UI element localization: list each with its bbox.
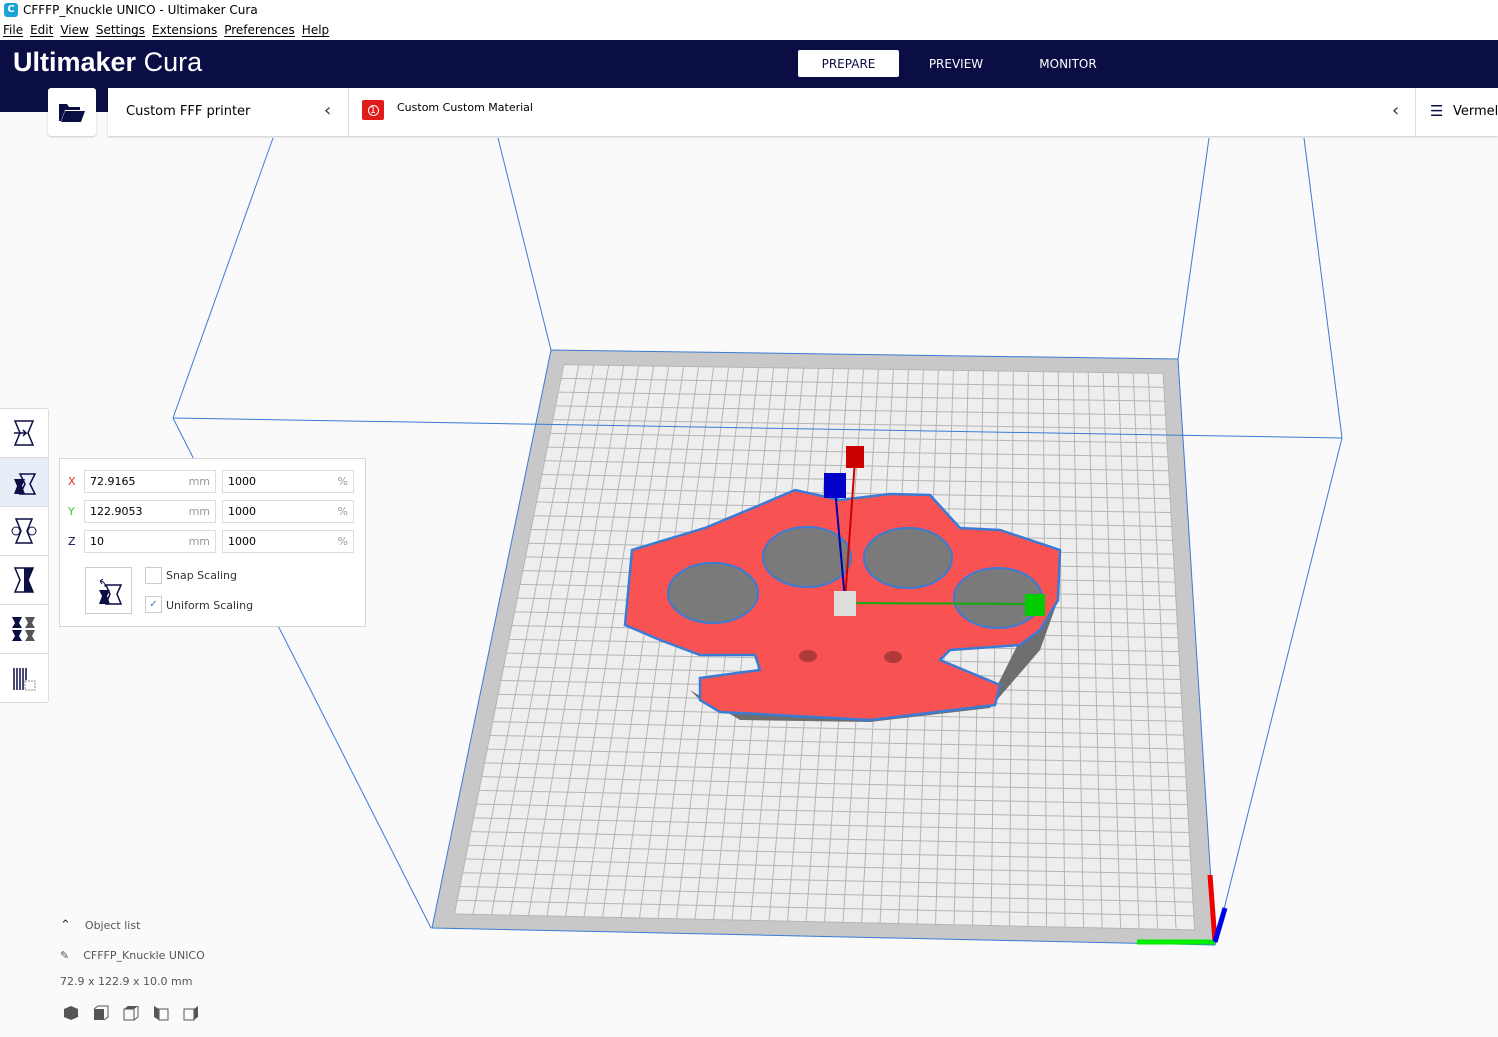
- print-settings-selector[interactable]: Vermell: [1453, 104, 1498, 119]
- y-axis-label: Y: [68, 505, 75, 518]
- x-axis-label: X: [68, 475, 76, 488]
- snap-scaling-checkbox[interactable]: [145, 567, 162, 584]
- printer-selector-bar: Custom FFF printer ‹ 1 Custom Custom Mat…: [108, 88, 1498, 136]
- object-list-toggle[interactable]: ⌃ Object list: [60, 918, 140, 933]
- height-percent-input[interactable]: 1000%: [222, 530, 354, 553]
- printer-selector[interactable]: Custom FFF printer: [126, 104, 250, 119]
- support-blocker-icon: [13, 667, 36, 690]
- view-top-icon[interactable]: [123, 1005, 139, 1021]
- width-percent-input[interactable]: 1000%: [222, 470, 354, 493]
- per-model-settings-icon: [12, 617, 35, 641]
- move-icon: [13, 420, 35, 446]
- uniform-scaling-label: Uniform Scaling: [166, 599, 254, 612]
- object-dimensions: 72.9 x 122.9 x 10.0 mm: [60, 975, 193, 988]
- per-model-settings-button[interactable]: [0, 605, 48, 654]
- open-file-button[interactable]: [48, 88, 96, 136]
- chevron-up-icon: ⌃: [60, 918, 71, 933]
- reset-scale-icon: [98, 578, 122, 605]
- width-mm-input[interactable]: 72.9165 mm: [84, 470, 216, 493]
- ultimaker-cura-logo: Ultimaker Cura: [13, 47, 203, 77]
- depth-mm-input[interactable]: 122.9053 mm: [84, 500, 216, 523]
- reset-scale-button[interactable]: [85, 567, 132, 614]
- rotate-icon: [11, 518, 37, 544]
- view-3d-icon[interactable]: [63, 1005, 79, 1021]
- scale-tool-button[interactable]: [0, 458, 48, 507]
- snap-scaling-label: Snap Scaling: [166, 569, 238, 582]
- print-settings-icon: ☰: [1430, 102, 1444, 120]
- uniform-scaling-checkbox[interactable]: ✓: [145, 596, 162, 613]
- material-selector[interactable]: Custom Custom Material: [397, 101, 533, 114]
- height-mm-input[interactable]: 10 mm: [84, 530, 216, 553]
- scale-icon: [14, 473, 36, 495]
- move-tool-button[interactable]: [0, 409, 48, 458]
- mirror-icon: [13, 567, 35, 593]
- chevron-left-icon[interactable]: ‹: [1392, 100, 1399, 121]
- rotate-tool-button[interactable]: [0, 507, 48, 556]
- view-left-icon[interactable]: [153, 1005, 169, 1021]
- folder-icon: [59, 104, 85, 122]
- warning-badge-icon: 1: [362, 100, 384, 120]
- tab-monitor[interactable]: MONITOR: [1020, 50, 1116, 77]
- tab-prepare[interactable]: PREPARE: [798, 50, 899, 77]
- scale-tool-panel: X Y Z 72.9165 mm 1000% 122.9053 mm 1000% 1…: [59, 458, 366, 627]
- object-list-item[interactable]: ✎ CFFFP_Knuckle UNICO: [60, 949, 205, 962]
- support-blocker-button[interactable]: [0, 654, 48, 703]
- view-front-icon[interactable]: [93, 1005, 109, 1021]
- z-axis-label: Z: [68, 535, 76, 548]
- chevron-left-icon[interactable]: ‹: [324, 100, 331, 121]
- depth-percent-input[interactable]: 1000%: [222, 500, 354, 523]
- pencil-icon: ✎: [60, 949, 70, 962]
- mirror-tool-button[interactable]: [0, 556, 48, 605]
- view-right-icon[interactable]: [183, 1005, 199, 1021]
- tab-preview[interactable]: PREVIEW: [910, 50, 1002, 77]
- tool-sidebar: [0, 408, 49, 703]
